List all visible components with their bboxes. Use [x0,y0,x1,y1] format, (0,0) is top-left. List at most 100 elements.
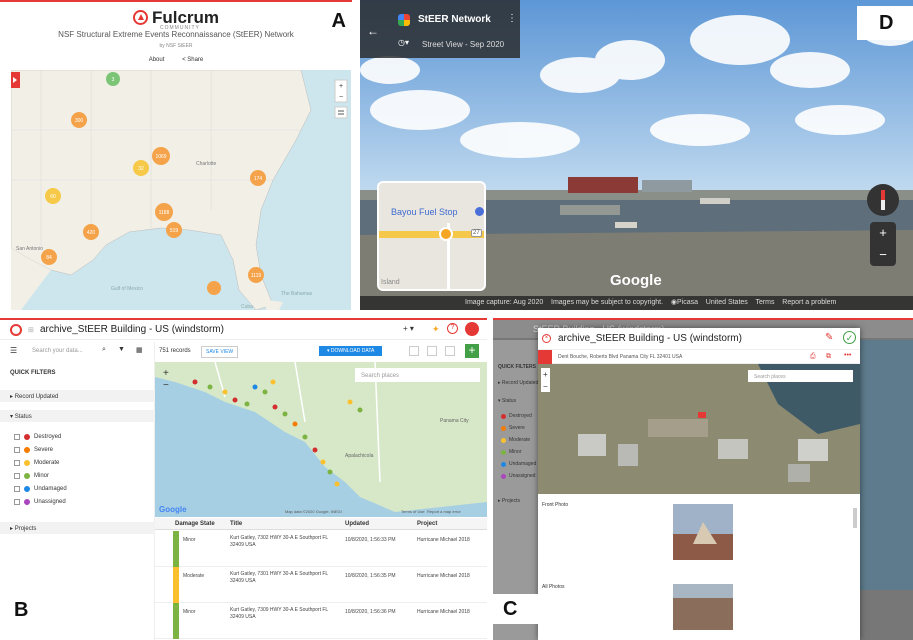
column-header[interactable]: Damage State [175,521,215,527]
apps-icon[interactable]: ⊞ [28,326,34,334]
checkbox[interactable] [14,446,20,453]
table-row[interactable]: Moderate Kurt Gatley, 7301 HWY 30-A E Sou… [155,567,487,603]
status-filter-item[interactable]: Minor [501,446,536,458]
back-arrow-icon[interactable]: ← [367,24,379,38]
print-icon[interactable]: ⎙ [810,353,816,361]
search-input[interactable]: Search your data... [32,348,83,354]
zoom-in-icon[interactable]: + [339,83,343,90]
edit-icon[interactable]: ✎ [825,332,833,343]
status-filter-item[interactable]: Minor [14,469,67,482]
place-name[interactable]: Bayou Fuel Stop [391,207,458,217]
about-button[interactable]: About [143,55,171,65]
zoom-out-icon[interactable]: − [163,380,169,391]
close-icon[interactable]: × [542,334,551,343]
status-filter-item[interactable]: Undamaged [14,482,67,495]
status-filter-item[interactable]: Unassigned [14,495,67,508]
status-filter-item[interactable]: Destroyed [14,430,67,443]
table-row[interactable]: Minor Kurt Gatley, 7302 HWY 30-A E Southp… [155,531,487,567]
status-filter-item[interactable]: Severe [501,422,536,434]
checkbox[interactable] [14,498,20,505]
add-dropdown-button[interactable]: + ▾ [403,324,414,333]
search-places-input[interactable]: Search places [754,374,786,380]
status-dot-icon [501,437,506,443]
search-places-input[interactable]: Search places [361,373,399,379]
filter-status[interactable]: ▾ Status [498,398,516,404]
zoom-out-icon[interactable]: − [543,382,548,391]
zoom-control[interactable]: + − [870,222,896,266]
status-filter-item[interactable]: Undamaged [501,458,536,470]
report-problem-link[interactable]: Report a problem [782,299,836,306]
filter-status[interactable]: ▾ Status [0,410,155,422]
split-view-icon[interactable] [427,346,437,356]
status-filter-item[interactable]: Unassigned [501,470,536,482]
front-photo[interactable] [673,504,733,560]
filter-projects[interactable]: ▸ Projects [0,522,155,534]
zoom-in-icon[interactable]: + [870,222,896,244]
status-label: Severe [34,446,54,453]
table-row[interactable]: Minor Kurt Gatley, 7309 HWY 30-A E Southp… [155,603,487,639]
photo-thumbnail[interactable] [673,584,733,630]
map-label-panama-city: Panama City [440,418,469,424]
columns-icon[interactable]: ▦ [136,346,143,354]
fulcrum-logo-icon[interactable] [10,324,22,336]
filter-record-updated[interactable]: ▸ Record Updated [0,390,155,402]
map-terms-link[interactable]: Terms of Use [401,509,425,514]
checkbox[interactable] [14,485,20,492]
status-filter-item[interactable]: Destroyed [501,410,536,422]
column-header[interactable]: Updated [345,521,369,527]
status-filter-item[interactable]: Moderate [14,456,67,469]
zoom-out-icon[interactable]: − [339,94,343,101]
app-title[interactable]: archive_StEER Building - US (windstorm) [40,324,224,335]
map-report-link[interactable]: Report a map error [427,509,461,514]
status-filter-item[interactable]: Severe [14,443,67,456]
map-view-icon[interactable] [409,346,419,356]
avatar[interactable] [465,322,479,336]
confirm-check-icon[interactable]: ✓ [843,331,856,344]
status-label: Destroyed [34,433,62,440]
filter-icon[interactable]: ▼ [118,346,125,353]
help-icon[interactable]: ? [447,323,458,334]
checkbox[interactable] [14,459,20,466]
record-modal: × archive_StEER Building - US (windstorm… [538,328,860,640]
duplicate-icon[interactable]: ⧉ [826,353,831,361]
download-data-button[interactable]: ▾ DOWNLOAD DATA [319,346,383,356]
filter-label: Record Updated [14,394,59,400]
cluster-count: 300 [75,118,84,124]
more-options-icon[interactable]: ••• [844,352,851,359]
column-header[interactable]: Title [230,521,242,527]
checkbox[interactable] [14,472,20,479]
records-map[interactable]: Panama City Apalachicola Search places G… [155,362,487,517]
more-options-icon[interactable]: ⋮ [507,13,517,24]
column-header[interactable]: Project [417,521,437,527]
scrollbar[interactable] [853,508,857,528]
search-icon[interactable]: ⌕ [102,346,106,354]
status-filter-item[interactable]: Moderate [501,434,536,446]
pegman-icon[interactable] [439,227,453,241]
table-view-icon[interactable] [445,346,455,356]
background-map [859,340,913,590]
filter-record-updated[interactable]: ▸ Record Updated [498,380,538,386]
terms-link[interactable]: Terms [755,299,774,306]
add-record-button[interactable]: + [465,344,479,358]
list-menu-icon[interactable]: ☰ [10,346,17,355]
zoom-in-icon[interactable]: + [543,370,548,379]
checkbox[interactable] [14,433,20,440]
sidebar-toggle-button[interactable] [11,72,20,88]
save-view-button[interactable]: SAVE VIEW [201,346,239,358]
panel-label-c: C [493,594,538,624]
mini-map[interactable]: Bayou Fuel Stop 27 Island [377,181,486,291]
google-logo: Google [610,272,662,289]
cluster-marker[interactable] [207,281,221,295]
aerial-map[interactable]: Search places + − [538,364,860,494]
compass[interactable] [867,184,899,216]
status-label: Unassigned [509,473,536,479]
zoom-in-icon[interactable]: + [163,368,169,379]
cluster-map[interactable]: Charlotte San Antonio Gulf of Mexico The… [11,70,351,310]
zoom-out-icon[interactable]: − [870,244,896,266]
share-button[interactable]: < Share [176,55,209,65]
layers-button[interactable] [334,106,348,119]
country-label: United States [705,299,748,306]
filter-projects[interactable]: ▸ Projects [498,498,520,504]
history-clock-icon[interactable]: ◷▾ [398,38,409,47]
lightbulb-icon[interactable]: ✦ [432,324,440,335]
